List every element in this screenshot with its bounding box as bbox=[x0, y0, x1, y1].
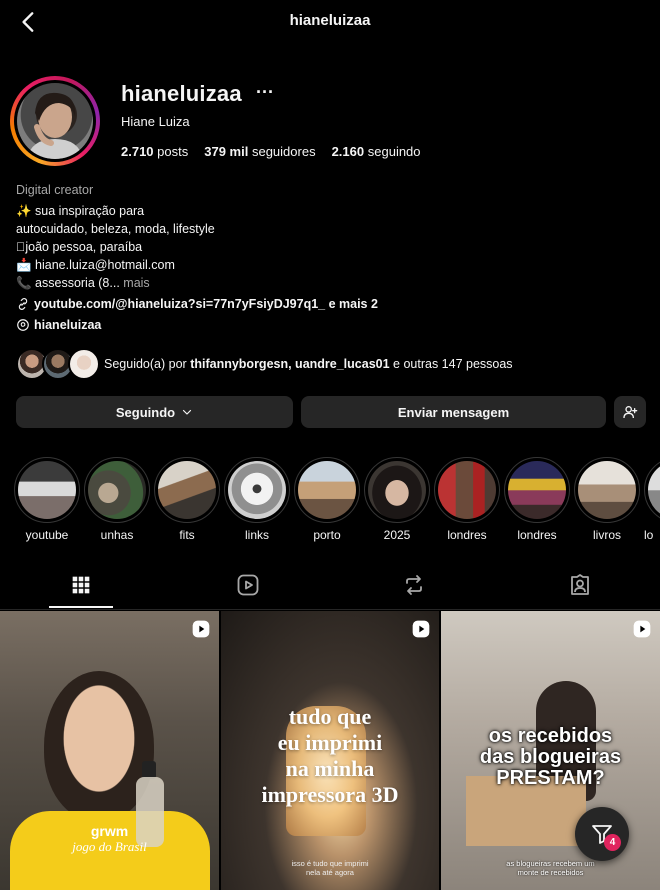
profile-link[interactable]: youtube.com/@hianeluiza?si=77n7yFsiyDJ97… bbox=[16, 295, 636, 313]
highlight-cover bbox=[228, 461, 286, 519]
post-thumbnail[interactable]: grwm jogo do Brasil bbox=[0, 611, 219, 890]
highlight-links[interactable]: links bbox=[224, 457, 290, 542]
repost-icon bbox=[406, 575, 422, 595]
avatar-photo bbox=[17, 83, 93, 159]
highlight-fits[interactable]: fits bbox=[154, 457, 220, 542]
avatar-portrait-image bbox=[27, 92, 83, 159]
highlight-2025[interactable]: 2025 bbox=[364, 457, 430, 542]
profile-bio: Digital creator ✨ sua inspiração para au… bbox=[16, 181, 636, 334]
profile-full-name: Hiane Luiza bbox=[121, 114, 190, 129]
story-highlights: youtube unhas fits links porto 2025 lond… bbox=[14, 457, 660, 547]
add-person-icon bbox=[623, 406, 638, 419]
more-options-icon[interactable]: ··· bbox=[256, 82, 274, 103]
post-overlay-caption: isso é tudo que imprimi nela até agora bbox=[291, 859, 369, 877]
top-bar: hianeluizaa bbox=[0, 0, 660, 44]
post-thumbnail[interactable]: os recebidos das blogueiras PRESTAM? as … bbox=[441, 611, 660, 890]
suggest-people-button[interactable] bbox=[614, 396, 646, 428]
highlight-cover bbox=[368, 461, 426, 519]
profile-category: Digital creator bbox=[16, 183, 94, 197]
grid-icon bbox=[72, 576, 90, 594]
active-tab-indicator bbox=[49, 606, 113, 608]
tab-posts-grid[interactable] bbox=[66, 570, 96, 600]
post-overlay-title: os recebidos das blogueiras PRESTAM? bbox=[479, 725, 622, 789]
bio-line: 📩 hiane.luiza@hotmail.com bbox=[16, 258, 175, 272]
reels-icon bbox=[237, 574, 259, 596]
highlight-porto[interactable]: porto bbox=[294, 457, 360, 542]
post-thumbnail[interactable]: tudo que eu imprimi na minha impressora … bbox=[221, 611, 439, 890]
tagged-person-icon bbox=[571, 574, 589, 595]
highlight-cover bbox=[88, 461, 146, 519]
followed-by-text: Seguido(a) por thifannyborgesn, uandre_l… bbox=[104, 357, 513, 371]
following-button[interactable]: Seguindo bbox=[16, 396, 293, 428]
highlight-cover bbox=[508, 461, 566, 519]
tab-reposts[interactable] bbox=[399, 570, 429, 600]
filter-button[interactable]: 4 bbox=[575, 807, 629, 861]
highlight-cover bbox=[18, 461, 76, 519]
link-icon bbox=[18, 298, 28, 310]
avatar bbox=[68, 348, 100, 380]
posts-grid: grwm jogo do Brasil tudo que eu imprimi … bbox=[0, 611, 660, 890]
posts-count: 2.710 posts bbox=[121, 144, 189, 159]
bio-line: autocuidado, beleza, moda, lifestyle bbox=[16, 222, 215, 236]
bio-line: ✨ sua inspiração para bbox=[16, 204, 145, 218]
post-overlay-title: tudo que eu imprimi na minha impressora … bbox=[261, 704, 399, 807]
threads-link[interactable]: hianeluizaa bbox=[16, 316, 636, 334]
reel-play-icon bbox=[192, 620, 210, 638]
following-count[interactable]: 2.160 seguindo bbox=[332, 144, 421, 159]
followed-by-row[interactable]: Seguido(a) por thifannyborgesn, uandre_l… bbox=[16, 348, 513, 380]
send-message-button[interactable]: Enviar mensagem bbox=[301, 396, 606, 428]
profile-tabs bbox=[0, 560, 660, 610]
highlight-cover bbox=[158, 461, 216, 519]
post-overlay-text: grwm bbox=[90, 823, 129, 839]
followers-count[interactable]: 379 mil seguidores bbox=[204, 144, 315, 159]
highlight-cover bbox=[648, 461, 660, 519]
notification-badge: 4 bbox=[604, 834, 621, 851]
header-username: hianeluizaa bbox=[289, 12, 371, 29]
highlight-unhas[interactable]: unhas bbox=[84, 457, 150, 542]
highlight-cover bbox=[438, 461, 496, 519]
reel-play-icon bbox=[412, 620, 430, 638]
post-overlay-caption: as blogueiras recebem um monte de recebi… bbox=[506, 859, 595, 877]
highlight-londres[interactable]: londres bbox=[434, 457, 500, 542]
post-overlay-text: jogo do Brasil bbox=[72, 839, 147, 854]
profile-avatar[interactable] bbox=[10, 76, 100, 166]
highlight-londres-2[interactable]: londres bbox=[504, 457, 570, 542]
highlight-youtube[interactable]: youtube bbox=[14, 457, 80, 542]
bio-more-link[interactable]: mais bbox=[123, 276, 149, 290]
highlight-cover bbox=[298, 461, 356, 519]
bio-line-truncated: 📞 assessoria (8... mais bbox=[16, 276, 150, 290]
profile-stats: 2.710 posts 379 mil seguidores 2.160 seg… bbox=[121, 144, 421, 159]
profile-username: hianeluizaa bbox=[121, 81, 242, 106]
threads-icon bbox=[17, 319, 29, 331]
reel-play-icon bbox=[633, 620, 651, 638]
bio-line: joão pessoa, paraíba bbox=[16, 240, 142, 254]
highlight-cover bbox=[578, 461, 636, 519]
highlight-lo[interactable]: lo bbox=[644, 457, 660, 542]
mutual-avatars bbox=[16, 348, 104, 380]
tab-reels[interactable] bbox=[233, 570, 263, 600]
highlight-livros[interactable]: livros bbox=[574, 457, 640, 542]
tab-tagged[interactable] bbox=[565, 570, 595, 600]
chevron-down-icon bbox=[183, 409, 192, 415]
